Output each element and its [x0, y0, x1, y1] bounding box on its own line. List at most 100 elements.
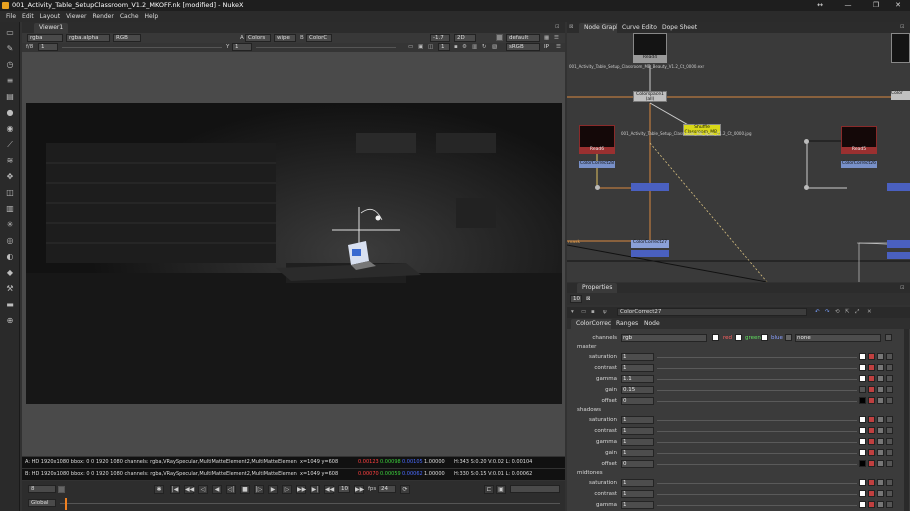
master-offset-anim-icon[interactable] — [886, 397, 893, 404]
midtones-saturation-white-swatch[interactable] — [859, 479, 866, 486]
revert-icon[interactable]: ⟲ — [835, 308, 840, 316]
keyer-tool-icon[interactable]: ◉ — [4, 124, 16, 134]
master-offset-field[interactable]: 0 — [621, 397, 654, 405]
meta-tool-icon[interactable]: ◐ — [4, 252, 16, 262]
filter-tool-icon[interactable]: ● — [4, 108, 16, 118]
minimize-button[interactable]: — — [834, 0, 862, 11]
refresh-icon[interactable]: ↻ — [482, 43, 487, 51]
clip-icon[interactable]: ▭ — [408, 43, 413, 51]
node-colorcorrect28[interactable]: ColorCorrect28 — [579, 161, 615, 168]
node-graph-canvas[interactable]: Read4 001_Activity_Table_Setup_Classroom… — [567, 33, 910, 282]
midtones-contrast-field[interactable]: 1 — [621, 490, 654, 498]
shadows-saturation-white-swatch[interactable] — [859, 416, 866, 423]
stop-button[interactable]: ■ — [240, 485, 250, 494]
master-gamma-anim-icon[interactable] — [886, 375, 893, 382]
alpha-channel-dropdown[interactable]: rgba.alpha — [66, 34, 110, 42]
node-grade-lower[interactable] — [631, 250, 669, 257]
shadows-gain-slider[interactable] — [657, 453, 857, 454]
node-colorcorrect26[interactable]: ColorCorrect26 — [841, 161, 877, 168]
midtones-saturation-color-wheel-icon[interactable] — [868, 479, 875, 486]
mask-channel-dropdown[interactable]: none — [795, 334, 881, 342]
master-section-header[interactable]: master — [577, 343, 596, 352]
master-gain-field[interactable]: 0.15 — [621, 386, 654, 394]
menu-help[interactable]: Help — [145, 13, 159, 20]
channels-extra-button[interactable] — [885, 334, 892, 341]
shadows-gamma-white-swatch[interactable] — [859, 438, 866, 445]
menu-file[interactable]: File — [6, 13, 16, 20]
color-tool-icon[interactable]: ▤ — [4, 92, 16, 102]
midtones-gamma-slider[interactable] — [657, 505, 857, 506]
shadows-offset-anim-icon[interactable] — [886, 460, 893, 467]
master-gain-slider[interactable] — [657, 390, 857, 391]
master-contrast-4-button[interactable] — [877, 364, 884, 371]
timeline-ruler[interactable] — [60, 503, 560, 504]
last-frame-button[interactable]: ▶| — [310, 485, 320, 494]
skip-increment-back-button[interactable]: ◀◀ — [324, 485, 334, 494]
shadows-gamma-color-wheel-icon[interactable] — [868, 438, 875, 445]
master-gain-anim-icon[interactable] — [886, 386, 893, 393]
increment-field[interactable]: 10 — [338, 485, 350, 493]
info-icon[interactable]: ▦ — [544, 34, 549, 42]
node-colorspace1[interactable]: Colorspace1 (all) — [633, 91, 667, 102]
shadows-contrast-color-wheel-icon[interactable] — [868, 427, 875, 434]
gain-field[interactable]: 1 — [38, 43, 58, 51]
furnace-tool-icon[interactable]: ▬ — [4, 300, 16, 310]
time-tool-icon[interactable]: ◷ — [4, 60, 16, 70]
input-a-dropdown[interactable]: Colors — [245, 34, 271, 42]
red-checkbox[interactable] — [712, 334, 719, 341]
shadows-saturation-field[interactable]: 1 — [621, 416, 654, 424]
nodegraph-menu-icon[interactable]: ⊡ — [900, 23, 905, 31]
shadows-contrast-field[interactable]: 1 — [621, 427, 654, 435]
viewer-menu-icon[interactable]: ☰ — [556, 43, 561, 51]
colorspace-dropdown[interactable]: sRGB — [506, 43, 540, 51]
node-help-icon[interactable]: ψ — [603, 308, 607, 316]
merge-tool-icon[interactable]: ⟋ — [4, 140, 16, 150]
frame-lock-icon[interactable] — [58, 486, 65, 493]
midtones-saturation-4-button[interactable] — [877, 479, 884, 486]
input-b-dropdown[interactable]: ColorC — [306, 34, 332, 42]
prev-keyframe-button[interactable]: ◁ — [198, 485, 208, 494]
midtones-contrast-4-button[interactable] — [877, 490, 884, 497]
master-offset-color-wheel-icon[interactable] — [868, 397, 875, 404]
settings-icon[interactable]: ☰ — [554, 34, 559, 42]
settings-gear-icon[interactable]: ✱ — [154, 485, 164, 494]
midtones-section-header[interactable]: midtones — [577, 469, 603, 478]
midtones-contrast-slider[interactable] — [657, 494, 857, 495]
skip-forward-button[interactable]: ▶▶ — [296, 485, 306, 494]
shadows-saturation-slider[interactable] — [657, 420, 857, 421]
midtones-gamma-field[interactable]: 1 — [621, 501, 654, 509]
dot-node-left[interactable] — [595, 185, 600, 190]
collapse-arrow-icon[interactable]: ▾ — [571, 308, 574, 316]
current-frame-field[interactable]: 8 — [28, 485, 56, 493]
shadows-offset-4-button[interactable] — [877, 460, 884, 467]
node-merge-right[interactable] — [887, 240, 910, 248]
shadows-offset-field[interactable]: 0 — [621, 460, 654, 468]
gamma-field[interactable]: 1 — [232, 43, 252, 51]
views-tool-icon[interactable]: ▥ — [4, 204, 16, 214]
draw-tool-icon[interactable]: ✎ — [4, 44, 16, 54]
master-saturation-anim-icon[interactable] — [886, 353, 893, 360]
dot-node-right[interactable] — [804, 139, 809, 144]
dot-node-right-lower[interactable] — [804, 185, 809, 190]
shadows-saturation-color-wheel-icon[interactable] — [868, 416, 875, 423]
menu-layout[interactable]: Layout — [40, 13, 60, 20]
gamma-slider[interactable] — [256, 47, 396, 48]
shadows-saturation-4-button[interactable] — [877, 416, 884, 423]
image-tool-icon[interactable]: ▭ — [4, 28, 16, 38]
undo-icon[interactable]: ↶ — [815, 308, 820, 316]
shadows-gain-anim-icon[interactable] — [886, 449, 893, 456]
master-contrast-field[interactable]: 1 — [621, 364, 654, 372]
restore-size-icon[interactable]: ↔ — [806, 0, 834, 11]
master-gamma-color-wheel-icon[interactable] — [868, 375, 875, 382]
master-offset-4-button[interactable] — [877, 397, 884, 404]
view-mode-dropdown[interactable]: 2D — [454, 34, 476, 42]
alpha-checkbox[interactable] — [785, 334, 792, 341]
tab-viewer1[interactable]: Viewer1 — [34, 23, 69, 33]
master-contrast-slider[interactable] — [657, 368, 857, 369]
node-name-field[interactable]: ColorCorrect27 — [617, 308, 807, 316]
master-contrast-anim-icon[interactable] — [886, 364, 893, 371]
master-gamma-slider[interactable] — [657, 379, 857, 380]
master-gain-4-button[interactable] — [877, 386, 884, 393]
master-gamma-4-button[interactable] — [877, 375, 884, 382]
first-frame-button[interactable]: |◀ — [170, 485, 180, 494]
